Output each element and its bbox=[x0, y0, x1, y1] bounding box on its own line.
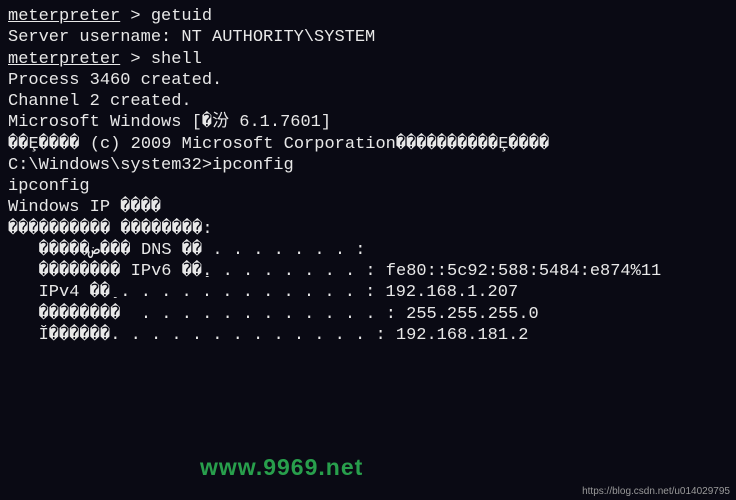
meterpreter-line-getuid: meterpreter > getuid bbox=[8, 6, 728, 27]
ipconfig-echo-line: ipconfig bbox=[8, 176, 728, 197]
cmd-prompt-ipconfig: C:\Windows\system32>ipconfig bbox=[8, 155, 728, 176]
meterpreter-prompt: meterpreter bbox=[8, 50, 120, 69]
meterpreter-prompt: meterpreter bbox=[8, 7, 120, 26]
windows-version-line: Microsoft Windows [�汾 6.1.7601] bbox=[8, 112, 728, 133]
watermark-site: www.9969.net bbox=[200, 453, 363, 482]
dns-suffix-line: �����ض��� DNS ��׺ . . . . . . . : bbox=[8, 240, 728, 261]
process-created-line: Process 3460 created. bbox=[8, 70, 728, 91]
command-getuid: getuid bbox=[151, 7, 212, 26]
adapter-header: ���������� ��������: bbox=[8, 219, 728, 240]
prompt-separator: > bbox=[120, 50, 151, 69]
subnet-mask-line: �������� . . . . . . . . . . . . : 255.2… bbox=[8, 304, 728, 325]
terminal-output[interactable]: meterpreter > getuid Server username: NT… bbox=[8, 6, 728, 346]
default-gateway-line: Ĭ������. . . . . . . . . . . . . : 192.1… bbox=[8, 325, 728, 346]
windows-ip-header: Windows IP ���� bbox=[8, 197, 728, 218]
ipv6-address-line: �������� IPv6 ��ַ. . . . . . . . : fe80:… bbox=[8, 261, 728, 282]
command-shell: shell bbox=[151, 50, 202, 69]
meterpreter-line-shell: meterpreter > shell bbox=[8, 49, 728, 70]
copyright-line: ��Ȩ���� (c) 2009 Microsoft Corporation��… bbox=[8, 134, 728, 155]
ipv4-address-line: IPv4 ��ַ . . . . . . . . . . . . : 192.1… bbox=[8, 282, 728, 303]
watermark-csdn-url: https://blog.csdn.net/u014029795 bbox=[582, 486, 730, 499]
server-username-line: Server username: NT AUTHORITY\SYSTEM bbox=[8, 27, 728, 48]
prompt-separator: > bbox=[120, 7, 151, 26]
channel-created-line: Channel 2 created. bbox=[8, 91, 728, 112]
